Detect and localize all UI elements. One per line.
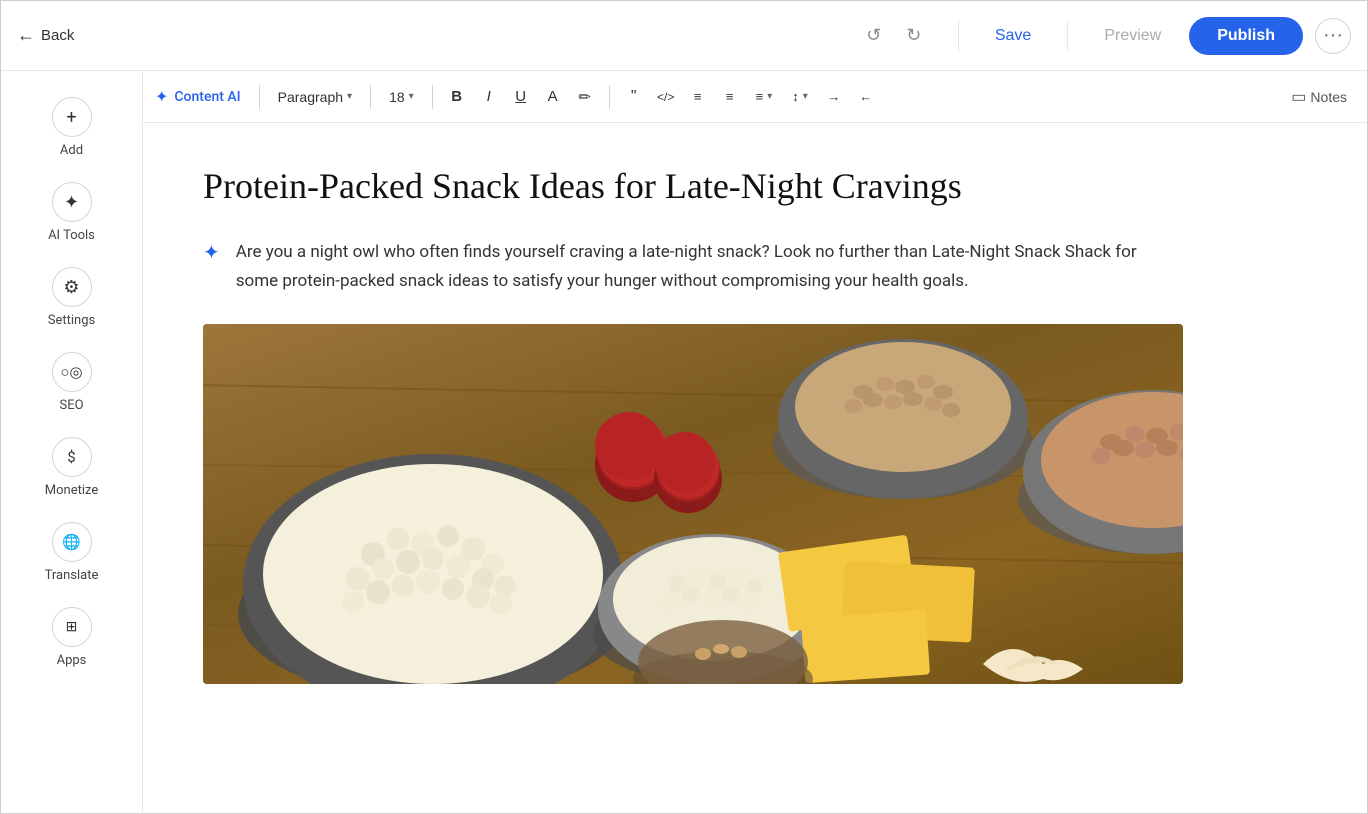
more-options-button[interactable]: ··· — [1315, 18, 1351, 54]
formatting-toolbar: ✦ Content AI Paragraph ▾ 18 ▾ B I U A — [143, 71, 1367, 123]
redo-button[interactable]: ↻ — [898, 20, 930, 52]
align-icon: ≡ — [756, 89, 764, 104]
toolbar-divider-4 — [609, 85, 610, 109]
align-chevron-icon: ▾ — [767, 91, 772, 102]
sidebar: + Add ✦ AI Tools ⚙ Settings ○◎ SEO $ Mon… — [1, 71, 143, 813]
sidebar-label-ai-tools: AI Tools — [48, 228, 95, 243]
line-spacing-select[interactable]: ↕ ▾ — [784, 85, 816, 108]
ai-spark-icon: ✦ — [203, 240, 220, 296]
article-intro-section: ✦ Are you a night owl who often finds yo… — [203, 238, 1183, 296]
outdent-button[interactable]: ← — [852, 83, 880, 111]
undo-redo-group: ↺ ↻ — [858, 20, 930, 52]
sidebar-item-monetize[interactable]: $ Monetize — [17, 427, 127, 508]
paragraph-style-label: Paragraph — [278, 89, 343, 105]
apps-icon: ⊞ — [52, 607, 92, 647]
article-image — [203, 324, 1183, 684]
notes-label: Notes — [1310, 89, 1347, 105]
sidebar-item-translate[interactable]: 🌐 Translate — [17, 512, 127, 593]
highlight-button[interactable]: ✏ — [571, 83, 599, 111]
notes-button[interactable]: ▭ Notes — [1283, 83, 1355, 111]
bold-button[interactable]: B — [443, 83, 471, 111]
sidebar-item-settings[interactable]: ⚙ Settings — [17, 257, 127, 338]
sidebar-label-translate: Translate — [45, 568, 99, 583]
sidebar-item-ai-tools[interactable]: ✦ AI Tools — [17, 172, 127, 253]
text-color-button[interactable]: A — [539, 83, 567, 111]
italic-button[interactable]: I — [475, 83, 503, 111]
undo-button[interactable]: ↺ — [858, 20, 890, 52]
sidebar-label-apps: Apps — [57, 653, 87, 668]
sidebar-item-apps[interactable]: ⊞ Apps — [17, 597, 127, 678]
settings-icon: ⚙ — [52, 267, 92, 307]
back-arrow-icon: ← — [17, 25, 35, 46]
font-size-value: 18 — [389, 89, 405, 105]
line-spacing-icon: ↕ — [792, 89, 799, 104]
toolbar-divider-2 — [370, 85, 371, 109]
add-icon: + — [52, 97, 92, 137]
font-size-chevron-icon: ▾ — [409, 91, 414, 102]
sidebar-item-add[interactable]: + Add — [17, 87, 127, 168]
content-ai-icon: ✦ — [155, 87, 168, 106]
sidebar-item-seo[interactable]: ○◎ SEO — [17, 342, 127, 423]
blockquote-button[interactable]: " — [620, 83, 648, 111]
app-container: ← Back ↺ ↻ Save Preview Publish ··· + Ad… — [0, 0, 1368, 814]
code-button[interactable]: </> — [652, 83, 680, 111]
ordered-list-button[interactable]: ≡ — [684, 83, 712, 111]
food-image-svg — [203, 324, 1183, 684]
save-button[interactable]: Save — [979, 19, 1047, 53]
notes-icon: ▭ — [1291, 87, 1306, 107]
underline-button[interactable]: U — [507, 83, 535, 111]
seo-icon: ○◎ — [52, 352, 92, 392]
divider-1 — [958, 20, 959, 52]
translate-icon: 🌐 — [52, 522, 92, 562]
sidebar-label-seo: SEO — [59, 398, 83, 413]
toolbar-divider-3 — [432, 85, 433, 109]
ai-tools-icon: ✦ — [52, 182, 92, 222]
unordered-list-button[interactable]: ≡ — [716, 83, 744, 111]
back-button[interactable]: ← Back — [17, 25, 74, 46]
align-select[interactable]: ≡ ▾ — [748, 85, 781, 108]
article-title: Protein-Packed Snack Ideas for Late-Nigh… — [203, 163, 1183, 210]
publish-button[interactable]: Publish — [1189, 17, 1303, 55]
indent-button[interactable]: → — [820, 83, 848, 111]
sidebar-label-settings: Settings — [48, 313, 95, 328]
editor-area: ✦ Content AI Paragraph ▾ 18 ▾ B I U A — [143, 71, 1367, 813]
toolbar-divider-1 — [259, 85, 260, 109]
content-ai-label: Content AI — [174, 89, 240, 105]
divider-2 — [1067, 20, 1068, 52]
back-label: Back — [41, 27, 74, 44]
sidebar-label-add: Add — [60, 143, 83, 158]
monetize-icon: $ — [52, 437, 92, 477]
font-size-select[interactable]: 18 ▾ — [381, 85, 422, 109]
article-body: Protein-Packed Snack Ideas for Late-Nigh… — [143, 123, 1243, 724]
sidebar-label-monetize: Monetize — [45, 483, 99, 498]
content-ai-button[interactable]: ✦ Content AI — [155, 87, 241, 106]
line-spacing-chevron-icon: ▾ — [803, 91, 808, 102]
article-intro-text: Are you a night owl who often finds your… — [236, 238, 1183, 296]
paragraph-chevron-icon: ▾ — [347, 91, 352, 102]
main-layout: + Add ✦ AI Tools ⚙ Settings ○◎ SEO $ Mon… — [1, 71, 1367, 813]
content-scroll-area[interactable]: Protein-Packed Snack Ideas for Late-Nigh… — [143, 123, 1367, 813]
paragraph-style-select[interactable]: Paragraph ▾ — [270, 85, 360, 109]
top-bar: ← Back ↺ ↻ Save Preview Publish ··· — [1, 1, 1367, 71]
preview-button[interactable]: Preview — [1088, 19, 1177, 53]
